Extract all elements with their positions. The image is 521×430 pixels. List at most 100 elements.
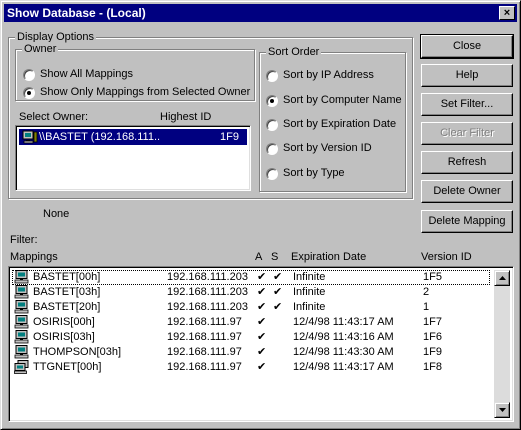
mapping-expiration-date: Infinite: [293, 286, 326, 298]
mapping-active-check: ✔: [257, 346, 267, 358]
sort-by-ip-label[interactable]: Sort by IP Address: [283, 69, 374, 81]
sort-by-version-radio[interactable]: [266, 143, 278, 155]
help-button[interactable]: Help: [421, 64, 513, 87]
owner-group: Owner Show All Mappings Show Only Mappin…: [15, 42, 255, 101]
filter-label: Filter:: [10, 234, 38, 246]
mapping-expiration-date: 12/4/98 11:43:17 AM: [293, 316, 394, 328]
sort-by-computer-name-label[interactable]: Sort by Computer Name: [283, 94, 402, 106]
window-title: Show Database - (Local): [7, 6, 146, 20]
mapping-expiration-date: 12/4/98 11:43:17 AM: [293, 361, 394, 373]
expiration-column-header: Expiration Date: [291, 251, 367, 263]
sort-by-computer-name-radio[interactable]: [266, 95, 278, 107]
mapping-row[interactable]: OSIRIS[03h] 192.168.111.97 ✔ 12/4/98 11:43:…: [12, 330, 490, 345]
sort-by-expiration-radio[interactable]: [266, 119, 278, 131]
mapping-ip-address: 192.168.111.97: [167, 316, 242, 328]
select-owner-label: Select Owner:: [19, 111, 89, 123]
mappings-column-header: Mappings: [10, 251, 58, 263]
mapping-ip-address: 192.168.111.203: [167, 271, 248, 283]
mapping-ip-address: 192.168.111.203: [167, 286, 248, 298]
show-selected-owner-mappings-radio[interactable]: [23, 87, 35, 99]
clear-filter-button[interactable]: Clear Filter: [421, 122, 513, 145]
mapping-static-check: ✔: [273, 286, 283, 298]
s-column-header: S: [271, 251, 279, 263]
mapping-name: OSIRIS[03h]: [33, 331, 95, 343]
computer-icon: [14, 315, 30, 329]
title-bar[interactable]: Show Database - (Local) ×: [4, 4, 517, 22]
mapping-name: TTGNET[00h]: [33, 361, 102, 373]
mapping-version-id: 1F8: [423, 361, 442, 373]
owner-list-item[interactable]: \\BASTET (192.168.111.. 1F9: [19, 129, 247, 145]
mapping-expiration-date: Infinite: [293, 301, 326, 313]
mapping-active-check: ✔: [257, 316, 267, 328]
show-database-dialog: Show Database - (Local) × Display Option…: [0, 0, 521, 430]
version-column-header: Version ID: [421, 251, 472, 263]
mapping-ip-address: 192.168.111.97: [167, 331, 242, 343]
show-selected-owner-mappings-label[interactable]: Show Only Mappings from Selected Owner: [40, 86, 250, 98]
computer-icon: [14, 330, 30, 344]
owner-highest-id: 1F9: [220, 131, 239, 143]
refresh-button[interactable]: Refresh: [421, 151, 513, 174]
mapping-row[interactable]: OSIRIS[00h] 192.168.111.97 ✔ 12/4/98 11:43:…: [12, 315, 490, 330]
mapping-name: OSIRIS[00h]: [33, 316, 95, 328]
close-button[interactable]: Close: [420, 34, 514, 59]
mapping-name: THOMPSON[03h]: [33, 346, 122, 358]
sort-by-type-radio[interactable]: [266, 168, 278, 180]
mapping-row[interactable]: THOMPSON[03h] 192.168.111.97 ✔ 12/4/98 11:4…: [12, 345, 490, 360]
mapping-expiration-date: 12/4/98 11:43:30 AM: [293, 346, 394, 358]
mapping-expiration-date: 12/4/98 11:43:16 AM: [293, 331, 394, 343]
mapping-active-check: ✔: [257, 271, 267, 283]
sort-by-expiration-label[interactable]: Sort by Expiration Date: [283, 118, 396, 130]
mapping-static-check: ✔: [273, 301, 283, 313]
mapping-name: BASTET[03h]: [33, 286, 101, 298]
owner-list[interactable]: \\BASTET (192.168.111.. 1F9: [15, 125, 251, 191]
mapping-active-check: ✔: [257, 331, 267, 343]
mapping-version-id: 1F9: [423, 346, 442, 358]
sort-by-version-label[interactable]: Sort by Version ID: [283, 142, 372, 154]
up-arrow-icon: [499, 276, 506, 280]
delete-mapping-button[interactable]: Delete Mapping: [421, 210, 513, 233]
a-column-header: A: [255, 251, 263, 263]
mapping-row[interactable]: BASTET[20h] 192.168.111.203 ✔ ✔ Infinite 1: [12, 300, 490, 315]
group-icon: [14, 360, 30, 374]
computer-icon: [14, 285, 30, 299]
sort-order-group: Sort Order Sort by IP Address Sort by Co…: [259, 45, 406, 192]
delete-owner-button[interactable]: Delete Owner: [421, 180, 513, 203]
filter-value: None: [43, 208, 70, 220]
mapping-ip-address: 192.168.111.97: [167, 346, 242, 358]
mapping-static-check: ✔: [273, 271, 283, 283]
show-all-mappings-radio[interactable]: [23, 69, 35, 81]
show-all-mappings-label[interactable]: Show All Mappings: [40, 68, 133, 80]
sort-order-label: Sort Order: [266, 45, 322, 59]
mapping-expiration-date: Infinite: [293, 271, 326, 283]
owner-group-label: Owner: [22, 42, 59, 56]
scroll-down-button[interactable]: [494, 402, 510, 418]
mapping-ip-address: 192.168.111.97: [167, 361, 242, 373]
server-icon: [22, 130, 38, 144]
mapping-version-id: 2: [423, 286, 430, 298]
computer-icon: [14, 345, 30, 359]
mapping-active-check: ✔: [257, 361, 267, 373]
mapping-row[interactable]: BASTET[00h] 192.168.111.203 ✔ ✔ Infinite 1F5: [12, 270, 490, 285]
highest-id-header: Highest ID: [160, 111, 212, 123]
mapping-active-check: ✔: [257, 301, 267, 313]
mapping-row[interactable]: BASTET[03h] 192.168.111.203 ✔ ✔ Infinite 2: [12, 285, 490, 300]
mapping-name: BASTET[20h]: [33, 301, 101, 313]
mappings-list[interactable]: BASTET[00h] 192.168.111.203 ✔ ✔ Infinite 1F5 B…: [8, 266, 514, 422]
close-window-button[interactable]: ×: [499, 6, 515, 20]
computer-icon: [14, 300, 30, 314]
mapping-version-id: 1F5: [423, 271, 442, 283]
mapping-version-id: 1F7: [423, 316, 442, 328]
mapping-active-check: ✔: [257, 286, 267, 298]
mapping-version-id: 1F6: [423, 331, 442, 343]
owner-name: \\BASTET (192.168.111..: [39, 131, 161, 143]
sort-by-type-label[interactable]: Sort by Type: [283, 167, 345, 179]
scroll-up-button[interactable]: [494, 270, 510, 286]
mapping-name: BASTET[00h]: [33, 271, 101, 283]
set-filter-button[interactable]: Set Filter...: [421, 93, 513, 116]
mapping-version-id: 1: [423, 301, 430, 313]
mapping-row[interactable]: TTGNET[00h] 192.168.111.97 ✔ 12/4/98 11:43:…: [12, 360, 490, 375]
down-arrow-icon: [499, 408, 506, 412]
sort-by-ip-radio[interactable]: [266, 70, 278, 82]
vertical-scrollbar[interactable]: [494, 270, 510, 418]
computer-icon: [14, 270, 30, 284]
